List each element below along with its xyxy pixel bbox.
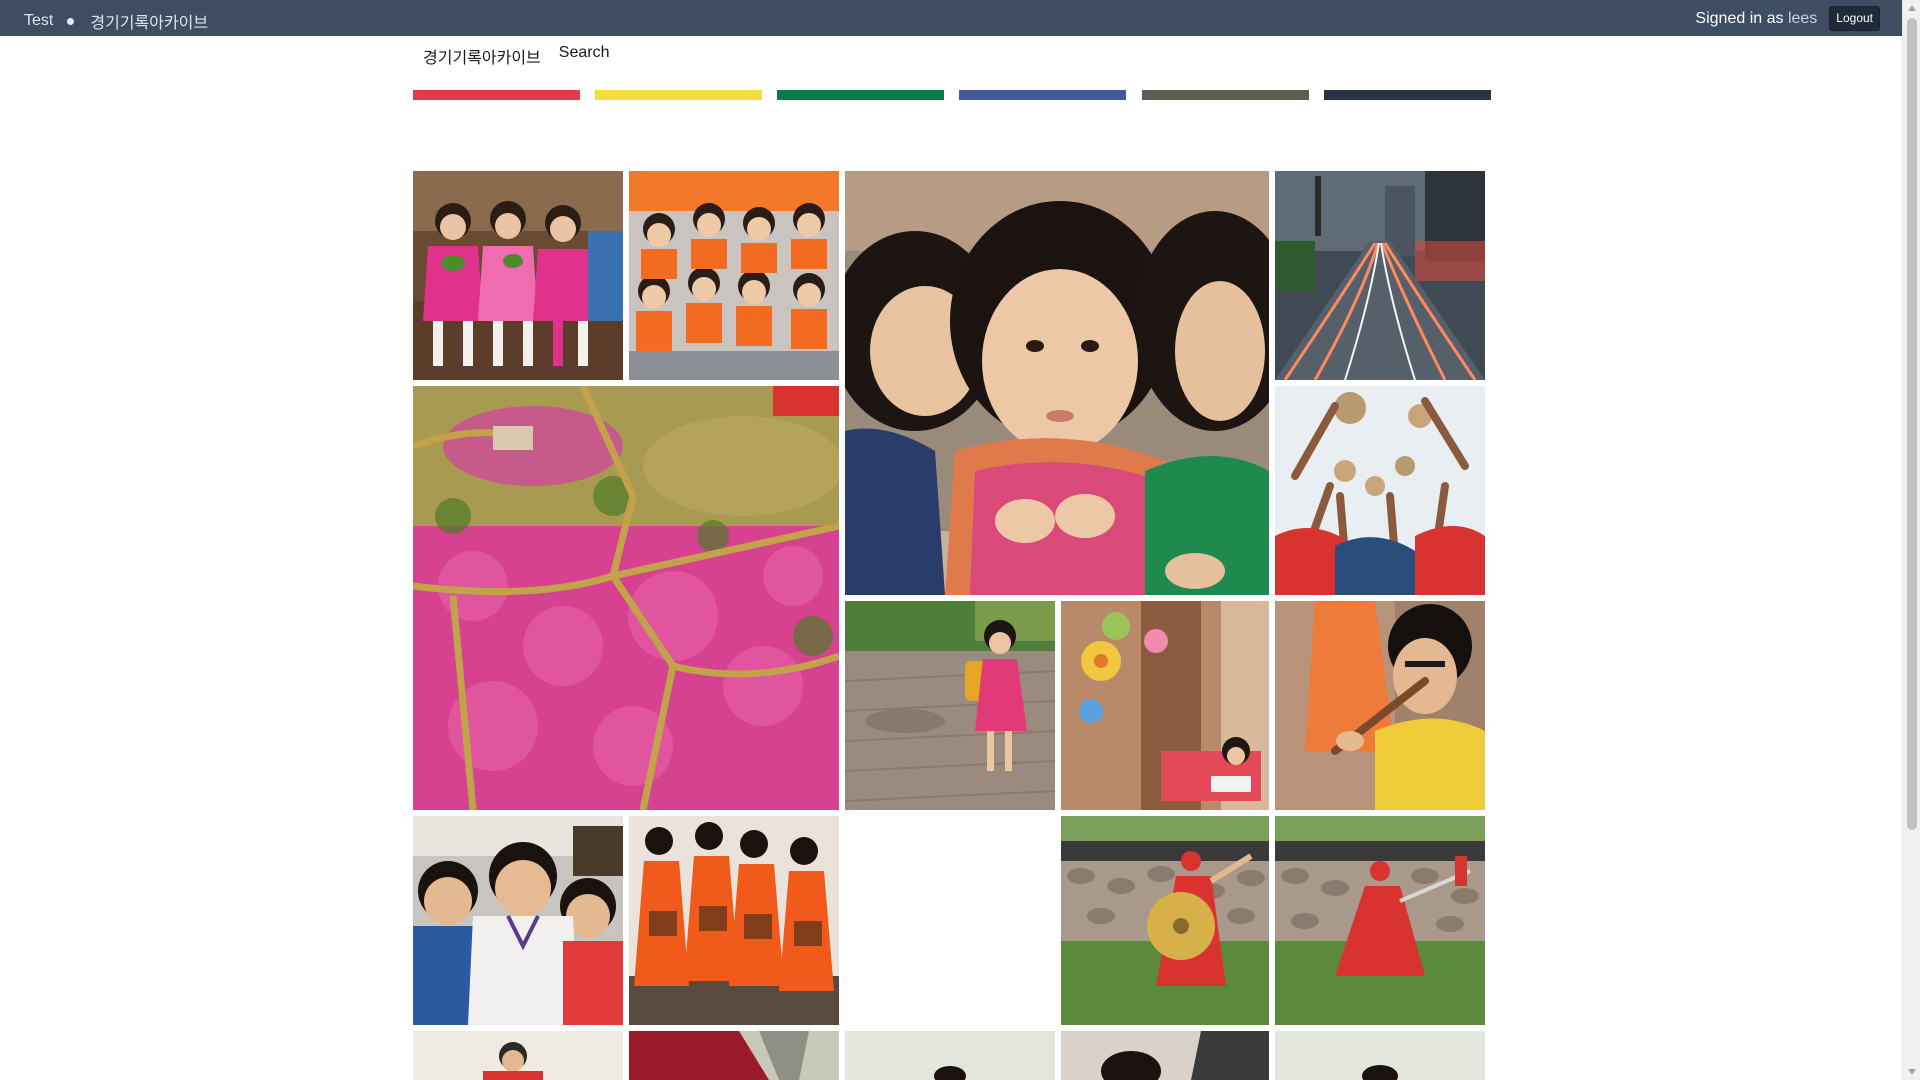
scroll-down-icon[interactable] (1908, 1069, 1916, 1075)
signed-in-status: Signed in as lees (1695, 10, 1817, 28)
color-bar-yellow[interactable] (595, 90, 762, 100)
photo-volleyball-hands[interactable] (1275, 386, 1485, 595)
photo-gallery-grid (413, 171, 1491, 1080)
username-link[interactable]: lees (1788, 10, 1817, 27)
photo-dancers-orange[interactable] (629, 816, 839, 1025)
breadcrumb-separator-dot (67, 17, 75, 25)
photo-person-dark[interactable] (1061, 1031, 1269, 1080)
color-bar-red[interactable] (413, 90, 580, 100)
page-scrollbar[interactable] (1902, 0, 1920, 1080)
photo-red-book[interactable] (629, 1031, 839, 1080)
scrollbar-thumb[interactable] (1907, 18, 1917, 830)
photo-kindergarten-group[interactable] (629, 171, 839, 380)
photo-city-traffic-night[interactable] (1275, 171, 1485, 380)
photo-person-light[interactable] (845, 1031, 1055, 1080)
nav-search-link[interactable]: Search (559, 44, 610, 68)
color-bar-navy[interactable] (1324, 90, 1491, 100)
photo-three-boys[interactable] (413, 816, 623, 1025)
color-bar-green[interactable] (777, 90, 944, 100)
photo-boy-flute[interactable] (1275, 601, 1485, 810)
scroll-up-icon[interactable] (1908, 5, 1916, 11)
color-bar-blue[interactable] (959, 90, 1126, 100)
photo-azalea-hill-aerial[interactable] (413, 386, 839, 810)
photo-person-light-2[interactable] (1275, 1031, 1485, 1080)
breadcrumb: Test 경기기록아카이브 (24, 9, 208, 33)
color-bar-olive[interactable] (1142, 90, 1309, 100)
signed-in-prefix: Signed in as (1695, 9, 1784, 27)
photo-martial-arts-shield[interactable] (1061, 816, 1269, 1025)
nav-archive-link[interactable]: 경기기록아카이브 (423, 44, 541, 68)
logout-button[interactable]: Logout (1829, 6, 1880, 31)
top-navigation-bar: Test 경기기록아카이브 Signed in as lees Logout (0, 0, 1902, 36)
crumb-archive-link[interactable]: 경기기록아카이브 (90, 9, 208, 33)
photo-man-red[interactable] (413, 1031, 623, 1080)
photo-classroom-decor[interactable] (1061, 601, 1269, 810)
photo-empty-slot (845, 816, 1055, 1025)
user-area: Signed in as lees Logout (1695, 6, 1880, 31)
photo-girls-closeup[interactable] (845, 171, 1269, 595)
photo-children-bench[interactable] (413, 171, 623, 380)
main-nav: 경기기록아카이브 Search (423, 44, 609, 68)
photo-girl-walking[interactable] (845, 601, 1055, 810)
crumb-home-link[interactable]: Test (24, 12, 53, 30)
photo-martial-arts-sword[interactable] (1275, 816, 1485, 1025)
color-category-bars (413, 90, 1491, 100)
